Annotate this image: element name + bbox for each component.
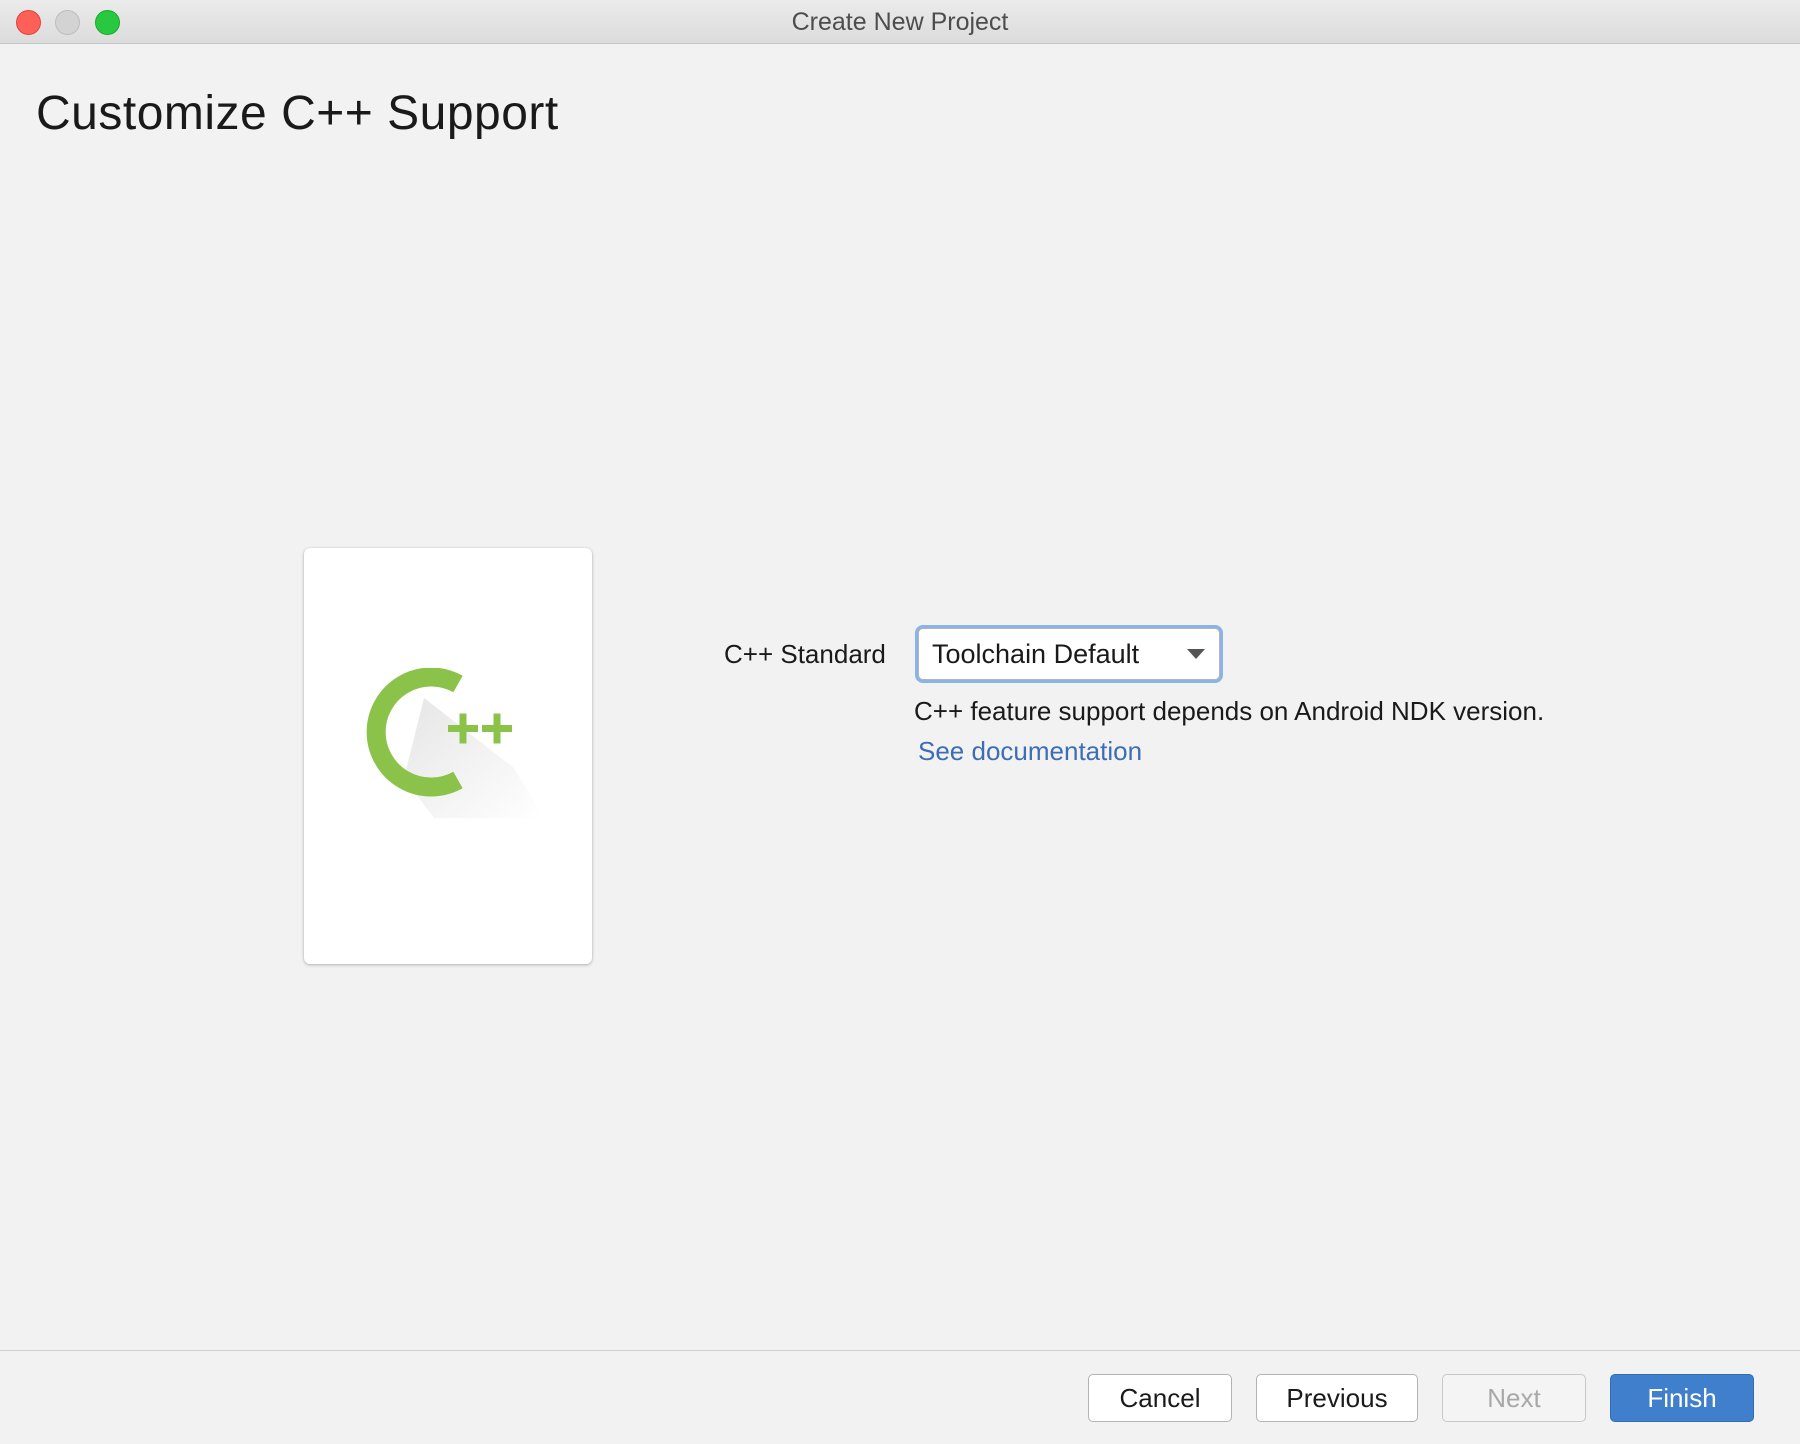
preview-card	[304, 548, 592, 964]
see-documentation-link[interactable]: See documentation	[918, 734, 1142, 768]
cancel-button[interactable]: Cancel	[1088, 1374, 1232, 1422]
ndk-help-text: C++ feature support depends on Android N…	[914, 696, 1545, 726]
cpp-standard-label: C++ Standard	[724, 639, 886, 669]
cpp-standard-selected-value: Toolchain Default	[932, 639, 1140, 669]
footer-divider	[0, 1350, 1800, 1351]
next-button: Next	[1442, 1374, 1586, 1422]
previous-button[interactable]: Previous	[1256, 1374, 1418, 1422]
page-title: Customize C++ Support	[36, 87, 559, 140]
window-title: Create New Project	[791, 8, 1009, 36]
finish-button[interactable]: Finish	[1610, 1374, 1754, 1422]
cpp-logo-icon	[366, 668, 544, 818]
title-bar: Create New Project	[0, 0, 1800, 44]
cpp-standard-dropdown[interactable]: Toolchain Default	[918, 628, 1220, 680]
chevron-down-icon	[1187, 649, 1205, 659]
create-project-window: Create New Project Customize C++ Support…	[0, 0, 1800, 1444]
